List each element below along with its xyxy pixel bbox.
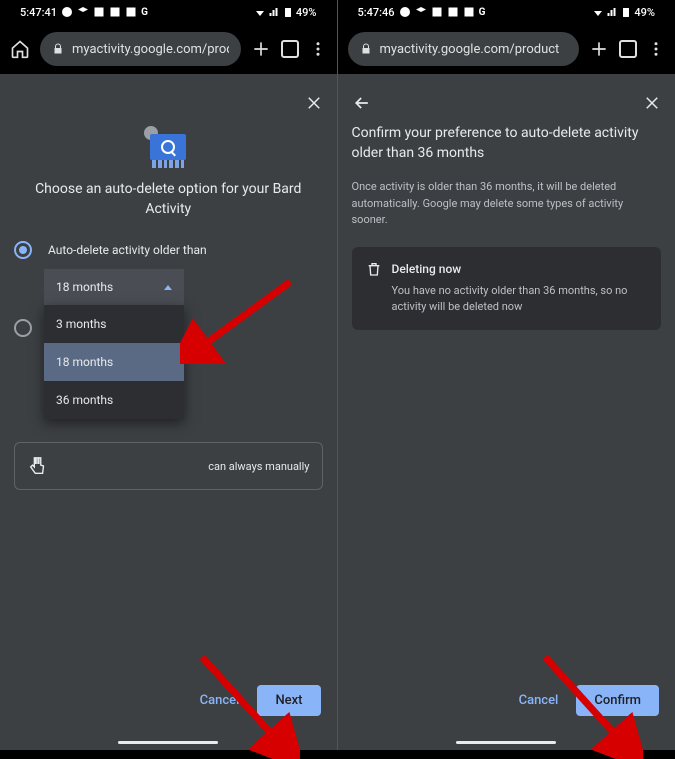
- dialog-subtext: Once activity is older than 36 months, i…: [352, 179, 662, 229]
- radio-checked-icon: [14, 241, 32, 259]
- status-bar: 5:47:41 G 49%: [0, 0, 337, 24]
- dropdown-option-36m[interactable]: 36 months: [44, 381, 184, 419]
- new-tab-icon[interactable]: [589, 39, 609, 59]
- close-icon[interactable]: [305, 94, 323, 112]
- home-icon[interactable]: [10, 39, 30, 59]
- menu-icon[interactable]: [647, 40, 665, 58]
- card-body: You have no activity older than 36 month…: [392, 283, 648, 316]
- url-text: myactivity.google.com/product: [380, 42, 560, 57]
- battery-icon: [620, 6, 632, 18]
- status-bar: 5:47:46 G 49%: [338, 0, 675, 24]
- status-time: 5:47:46: [358, 6, 395, 19]
- battery-icon: [282, 6, 294, 18]
- whatsapp-icon: [399, 6, 411, 18]
- duration-dropdown[interactable]: 18 months 3 months 18 months 36 months: [44, 269, 323, 305]
- whatsapp-icon: [61, 6, 73, 18]
- screen-right: 5:47:46 G 49% myactivity.google.com/prod…: [338, 0, 675, 750]
- lock-icon: [360, 43, 372, 55]
- app-icon: [447, 6, 459, 18]
- tabs-icon[interactable]: [281, 40, 299, 58]
- battery-text: 49%: [634, 6, 655, 19]
- card-title: Deleting now: [392, 262, 462, 276]
- new-tab-icon[interactable]: [251, 39, 271, 59]
- lock-icon: [52, 43, 64, 55]
- hero-illustration: [14, 126, 323, 170]
- dialog-footer: Cancel Confirm: [519, 685, 659, 716]
- menu-icon[interactable]: [309, 40, 327, 58]
- dialog-footer: Cancel Next: [200, 685, 321, 716]
- app2-icon: [125, 6, 137, 18]
- cancel-button[interactable]: Cancel: [519, 693, 559, 708]
- dialog-content: Choose an auto-delete option for your Ba…: [0, 74, 337, 750]
- back-icon[interactable]: [352, 93, 372, 113]
- dropdown-menu: 3 months 18 months 36 months: [44, 305, 184, 419]
- signal-icon: [268, 6, 280, 18]
- google-icon: G: [479, 7, 486, 18]
- dialog-title: Choose an auto-delete option for your Ba…: [14, 180, 323, 219]
- next-button[interactable]: Next: [257, 685, 320, 716]
- wifi-icon: [592, 6, 604, 18]
- wifi-icon: [254, 6, 266, 18]
- browser-bar: myactivity.google.com/product: [0, 24, 337, 74]
- url-bar[interactable]: myactivity.google.com/product: [348, 32, 580, 66]
- dropdown-option-18m[interactable]: 18 months: [44, 343, 184, 381]
- confirm-button[interactable]: Confirm: [576, 685, 659, 716]
- radio-unchecked-icon: [14, 319, 32, 337]
- close-icon[interactable]: [643, 94, 661, 112]
- dialog-content: Confirm your preference to auto-delete a…: [338, 74, 675, 750]
- dropdown-selected-value: 18 months: [56, 280, 113, 294]
- linkedin-icon: [93, 6, 105, 18]
- nav-handle[interactable]: [456, 741, 556, 744]
- cancel-button[interactable]: Cancel: [200, 693, 240, 708]
- status-time: 5:47:41: [20, 6, 57, 19]
- tabs-icon[interactable]: [619, 40, 637, 58]
- chat-icon: [415, 6, 427, 18]
- deleting-now-card: Deleting now You have no activity older …: [352, 247, 662, 330]
- chat-icon: [77, 6, 89, 18]
- linkedin-icon: [431, 6, 443, 18]
- url-text: myactivity.google.com/product: [72, 42, 229, 57]
- app-icon: [109, 6, 121, 18]
- dropdown-option-3m[interactable]: 3 months: [44, 305, 184, 343]
- battery-text: 49%: [296, 6, 317, 19]
- chevron-up-icon: [164, 285, 172, 290]
- hint-text: can always manually: [208, 460, 309, 473]
- radio-label: Auto-delete activity older than: [48, 243, 207, 257]
- url-bar[interactable]: myactivity.google.com/product: [40, 32, 241, 66]
- trash-icon: [366, 261, 382, 277]
- radio-option-autodelete[interactable]: Auto-delete activity older than: [14, 241, 323, 259]
- pointer-icon: [27, 455, 49, 477]
- hint-card: can always manually: [14, 442, 323, 490]
- google-icon: G: [141, 7, 148, 18]
- screen-left: 5:47:41 G 49% myactivity.google.com/prod…: [0, 0, 338, 750]
- nav-handle[interactable]: [118, 741, 218, 744]
- signal-icon: [606, 6, 618, 18]
- browser-bar: myactivity.google.com/product: [338, 24, 675, 74]
- dialog-title: Confirm your preference to auto-delete a…: [352, 124, 662, 163]
- app2-icon: [463, 6, 475, 18]
